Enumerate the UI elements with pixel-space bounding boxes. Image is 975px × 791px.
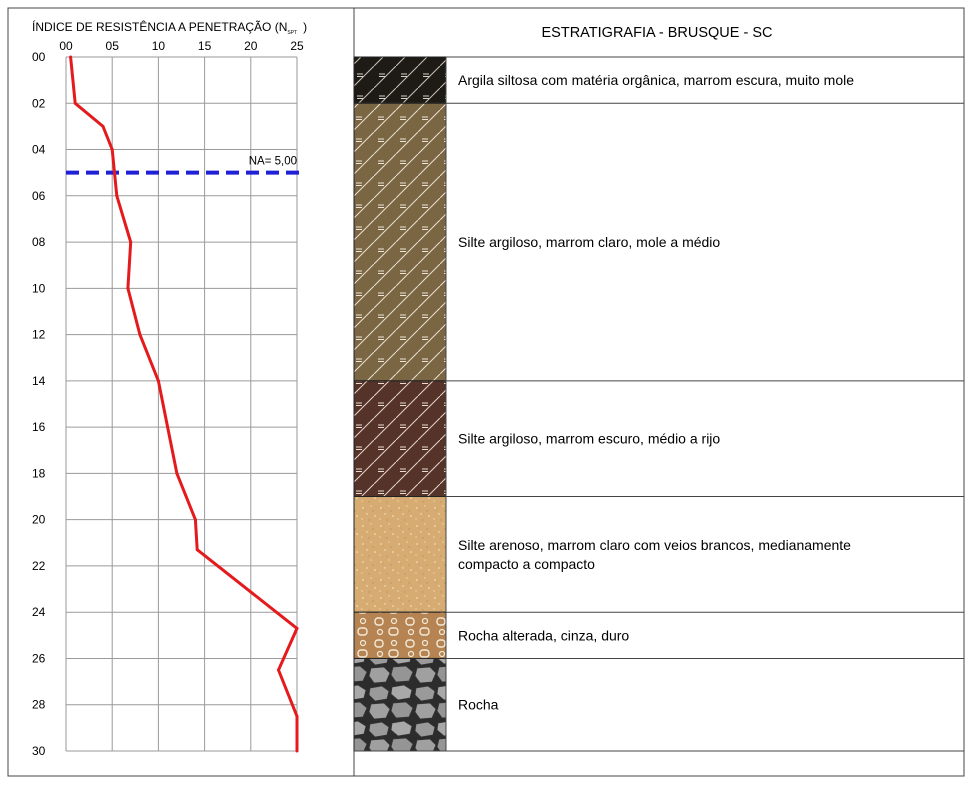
y-tick-label: 12 (32, 328, 46, 342)
spt-point (193, 518, 197, 522)
spt-point (156, 379, 160, 383)
y-tick-label: 02 (32, 96, 46, 110)
y-tick-label: 00 (32, 50, 46, 64)
x-tick-label: 10 (152, 39, 166, 53)
chart-title-close: ) (303, 20, 307, 34)
y-tick-label: 20 (32, 513, 46, 527)
spt-point (295, 626, 299, 630)
spt-point (277, 668, 281, 672)
spt-stratigraphy-figure: ÍNDICE DE RESISTÊNCIA A PENETRAÇÃO (NSPT… (7, 7, 965, 777)
layer-pattern-sandy-silt (353, 496, 447, 613)
y-tick-label: 30 (32, 744, 46, 758)
chart-title-subscript: SPT (287, 30, 297, 36)
y-tick-label: 04 (32, 143, 46, 157)
spt-point (138, 333, 142, 337)
spt-point (69, 55, 73, 59)
layer-pattern-weathered-rock (353, 611, 447, 659)
layer-description: Silte arenoso, marrom claro com veios br… (458, 537, 851, 553)
x-tick-label: 15 (198, 39, 212, 53)
spt-point (110, 148, 114, 152)
x-axis-ticks: 00 05 10 15 20 25 (59, 39, 304, 53)
layer-description: Silte argiloso, marrom escuro, médio a r… (458, 431, 720, 447)
layer-description: Silte argiloso, marrom claro, mole a méd… (458, 234, 720, 250)
spt-point (166, 425, 170, 429)
water-table: NA= 5,00 (66, 156, 299, 175)
layer-description: Rocha (458, 697, 499, 713)
layer-description: Rocha alterada, cinza, duro (458, 627, 629, 643)
chart-title: ÍNDICE DE RESISTÊNCIA A PENETRAÇÃO (NSPT… (32, 19, 307, 36)
y-tick-label: 24 (32, 605, 46, 619)
spt-point (295, 714, 299, 718)
spt-point (129, 240, 133, 244)
water-table-label: NA= 5,00 (249, 156, 297, 168)
spt-point (73, 101, 77, 105)
layer-pattern-rock (353, 657, 447, 752)
stratigraphy-panel: ESTRATIGRAFIA - BRUSQUE - SC Argila silt… (353, 25, 964, 752)
layer-description: compacto a compacto (458, 556, 595, 572)
x-tick-label: 25 (290, 39, 304, 53)
spt-point (295, 749, 299, 753)
stratigraphy-title: ESTRATIGRAFIA - BRUSQUE - SC (542, 25, 773, 41)
spt-point (115, 194, 119, 198)
x-tick-label: 05 (106, 39, 120, 53)
layer-pattern-dark-clay (353, 56, 447, 104)
layer-description: Argila siltosa com matéria orgânica, mar… (458, 72, 854, 88)
y-tick-label: 28 (32, 698, 46, 712)
chart-title-main: ÍNDICE DE RESISTÊNCIA A PENETRAÇÃO (N (32, 19, 287, 34)
y-tick-label: 14 (32, 374, 46, 388)
y-tick-label: 06 (32, 189, 46, 203)
y-tick-label: 16 (32, 420, 46, 434)
x-tick-label: 20 (244, 39, 258, 53)
layer-pattern-light-silt (353, 102, 447, 382)
spt-point (126, 286, 130, 290)
y-tick-label: 22 (32, 559, 46, 573)
y-tick-label: 08 (32, 235, 46, 249)
spt-point (175, 471, 179, 475)
stratigraphy-layers: Argila siltosa com matéria orgânica, mar… (353, 56, 964, 752)
spt-chart: ÍNDICE DE RESISTÊNCIA A PENETRAÇÃO (NSPT… (32, 19, 307, 758)
layer-pattern-dark-silt (353, 380, 447, 498)
spt-point (101, 124, 105, 128)
spt-point (195, 548, 199, 552)
y-axis-ticks: 00 02 04 06 08 10 12 14 16 18 20 22 24 26 28 30 (32, 50, 46, 758)
figure-frame (7, 7, 965, 777)
x-tick-label: 00 (59, 39, 73, 53)
y-tick-label: 10 (32, 281, 46, 295)
y-tick-label: 26 (32, 651, 46, 665)
y-tick-label: 18 (32, 466, 46, 480)
